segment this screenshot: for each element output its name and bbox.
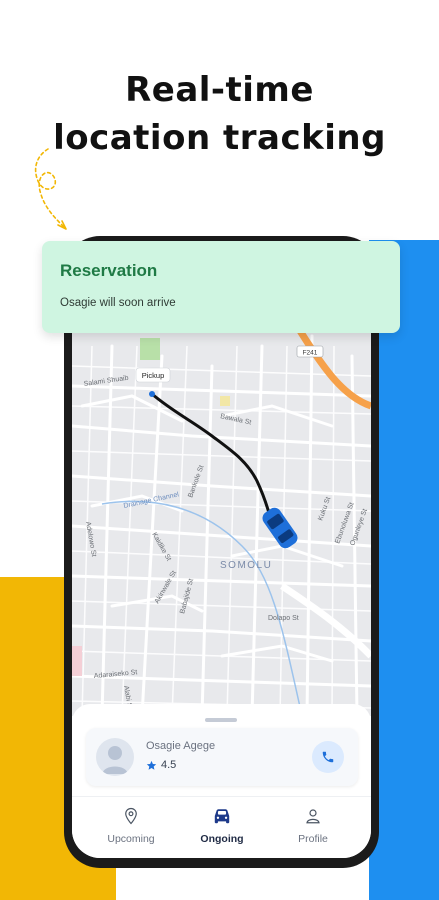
bottom-sheet: Osagie Agege 4.5 Upcoming Ongoing Profil… <box>72 704 371 858</box>
blue-background-block <box>369 240 439 900</box>
pickup-point <box>149 391 155 397</box>
notification-message: Osagie will soon arrive <box>60 297 176 309</box>
tab-label: Profile <box>298 833 328 845</box>
dotted-arrow-decoration <box>34 148 67 230</box>
star-icon <box>146 760 157 770</box>
headline-line-1: Real-time <box>125 70 314 110</box>
tab-ongoing[interactable]: Ongoing <box>177 805 267 845</box>
driver-name: Osagie Agege <box>146 740 216 752</box>
phone-icon <box>322 751 334 763</box>
street-label: Dolapo St <box>268 615 299 622</box>
bottom-tab-bar: Upcoming Ongoing Profile <box>72 796 371 858</box>
car-icon <box>214 809 230 824</box>
highway-badge: F241 <box>303 350 318 357</box>
phone-screen: F241 Pickup Salami Shuaib Bawala St Bank… <box>72 246 371 858</box>
driver-rating: 4.5 <box>146 759 176 771</box>
tab-upcoming[interactable]: Upcoming <box>86 805 176 845</box>
user-avatar-icon <box>102 746 128 774</box>
user-icon <box>306 809 320 824</box>
tab-profile[interactable]: Profile <box>268 805 358 845</box>
call-button[interactable] <box>312 741 344 773</box>
driver-card[interactable]: Osagie Agege 4.5 <box>86 728 358 786</box>
area-label: SOMOLU <box>220 560 272 571</box>
reservation-notification[interactable]: Reservation Osagie will soon arrive <box>42 241 400 333</box>
driver-avatar <box>96 738 134 776</box>
rating-value: 4.5 <box>161 759 177 771</box>
tab-label: Ongoing <box>200 833 244 845</box>
sheet-handle[interactable] <box>205 718 237 722</box>
tab-label: Upcoming <box>107 833 155 845</box>
pickup-label: Pickup <box>142 371 165 380</box>
notification-title: Reservation <box>60 261 158 280</box>
location-pin-icon <box>125 807 137 825</box>
